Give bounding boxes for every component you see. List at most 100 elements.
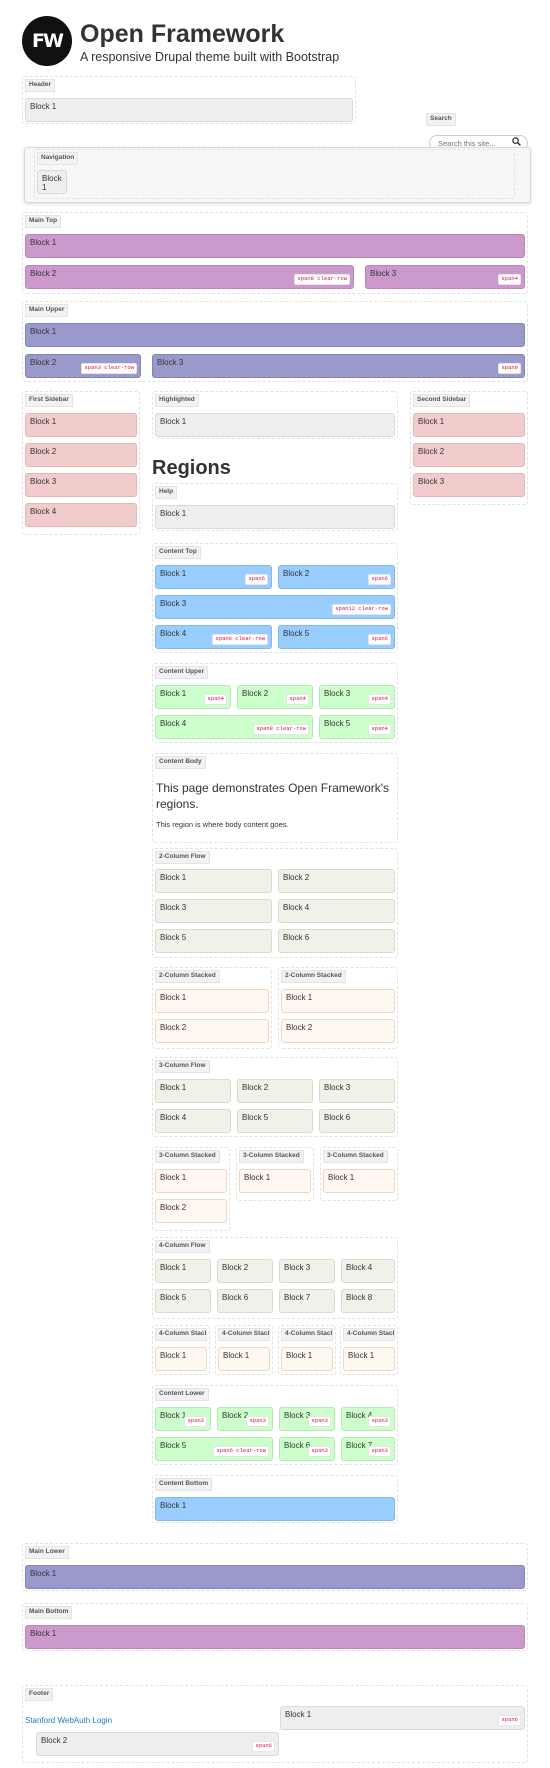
- region-label: Highlighted: [155, 394, 199, 407]
- block: Block 5: [155, 929, 272, 953]
- block: Block 5 span6: [278, 625, 395, 649]
- span-tag: span3: [368, 1416, 391, 1427]
- span-tag: span3: [368, 1446, 391, 1457]
- region-label: Content Lower: [155, 1388, 209, 1401]
- content-heading: This page demonstrates Open Framework's …: [156, 781, 390, 811]
- span-tag: span4: [286, 694, 309, 705]
- block: Block 3 span3: [279, 1407, 335, 1431]
- region-label: 4-Column Flow: [155, 1240, 210, 1253]
- region-label: Search: [426, 113, 456, 126]
- region-label: 2-Column Stacked: [155, 970, 220, 983]
- block: Block 6: [278, 929, 395, 953]
- region-label: Help: [155, 486, 178, 499]
- region-label: 3-Column Stacked: [239, 1150, 304, 1163]
- block: Block 7: [279, 1289, 335, 1313]
- region-label: 4-Column Stacked: [155, 1328, 207, 1341]
- span-tag: span3: [308, 1446, 331, 1457]
- block: Block 1 span6: [155, 565, 272, 589]
- block: Block 2 span3: [217, 1407, 273, 1431]
- block: Block 3: [319, 1079, 395, 1103]
- block: Block 2: [413, 443, 525, 467]
- block: Block 6: [217, 1289, 273, 1313]
- block: Block 3: [25, 473, 137, 497]
- block: Block 1: [155, 1079, 231, 1103]
- block: Block 2: [217, 1259, 273, 1283]
- block: Block 2 span8 clear-row: [25, 265, 354, 289]
- region-label: 4-Column Stacked: [218, 1328, 270, 1341]
- block: Block 1: [413, 413, 525, 437]
- span-tag: span6 clear-row: [212, 634, 268, 645]
- span-tag: span6: [368, 574, 391, 585]
- block: Block 1: [239, 1169, 311, 1193]
- site-logo[interactable]: FW: [22, 16, 72, 66]
- block: Block 2: [25, 443, 137, 467]
- block: Block 3: [279, 1259, 335, 1283]
- block: Block 4: [25, 503, 137, 527]
- block: Block 3: [413, 473, 525, 497]
- region-label: 4-Column Stacked: [343, 1328, 395, 1341]
- block: Block 1: [218, 1347, 270, 1371]
- block: Block 1: [25, 323, 525, 347]
- block: Block 1 span3: [155, 1407, 211, 1431]
- region-label: Footer: [25, 1688, 54, 1701]
- block: Block 1: [37, 170, 67, 194]
- block: Block 1: [155, 505, 395, 529]
- block: Block 2: [155, 1019, 269, 1043]
- block: Block 1: [25, 98, 353, 122]
- span-tag: span6: [245, 574, 268, 585]
- region-label: 4-Column Stacked: [281, 1328, 333, 1341]
- site-name[interactable]: Open Framework: [80, 20, 284, 49]
- span-tag: span4: [204, 694, 227, 705]
- webauth-login-link[interactable]: Stanford WebAuth Login: [25, 1716, 112, 1725]
- site-slogan: A responsive Drupal theme built with Boo…: [80, 50, 340, 64]
- span-tag: span3 clear-row: [81, 363, 137, 374]
- block: Block 4 span6 clear-row: [155, 625, 272, 649]
- block: Block 4: [341, 1259, 395, 1283]
- block: Block 1: [281, 989, 395, 1013]
- span-tag: span6 clear-row: [213, 1446, 269, 1457]
- block: Block 6: [319, 1109, 395, 1133]
- region-label: 3-Column Flow: [155, 1060, 210, 1073]
- block: Block 5 span6 clear-row: [155, 1437, 273, 1461]
- block: Block 3 span12 clear-row: [155, 595, 395, 619]
- block: Block 1: [155, 413, 395, 437]
- region-label: Main Upper: [25, 304, 69, 317]
- block: Block 3 span4: [319, 685, 395, 709]
- block: Block 2 span6: [278, 565, 395, 589]
- span-tag: span4: [368, 694, 391, 705]
- region-label: Content Top: [155, 546, 201, 559]
- block: Block 3: [155, 899, 272, 923]
- span-tag: span3: [246, 1416, 269, 1427]
- block: Block 1: [155, 989, 269, 1013]
- block: Block 4: [278, 899, 395, 923]
- region-label: Main Lower: [25, 1546, 69, 1559]
- region-label: Content Bottom: [155, 1478, 213, 1491]
- block: Block 5: [237, 1109, 313, 1133]
- span-tag: span6: [252, 1741, 275, 1752]
- span-tag: span6: [498, 1715, 521, 1726]
- page-title: Regions: [152, 457, 231, 479]
- block: Block 1: [25, 234, 525, 258]
- region-label: Content Body: [155, 756, 206, 769]
- span-tag: span12 clear-row: [332, 604, 391, 615]
- block: Block 1: [25, 413, 137, 437]
- span-tag: span3: [308, 1416, 331, 1427]
- region-label: Main Bottom: [25, 1606, 73, 1619]
- span-tag: span4: [368, 724, 391, 735]
- block: Block 2: [155, 1199, 227, 1223]
- block: Block 2 span6: [36, 1732, 279, 1756]
- block: Block 1: [155, 1259, 211, 1283]
- search-icon[interactable]: [512, 137, 521, 146]
- block: Block 6 span3: [279, 1437, 335, 1461]
- block: Block 1: [155, 1169, 227, 1193]
- block: Block 4 span3: [341, 1407, 395, 1431]
- region-label: Second Sidebar: [413, 394, 471, 407]
- block: Block 1: [323, 1169, 395, 1193]
- block: Block 1 span4: [155, 685, 231, 709]
- block: Block 2 span3 clear-row: [25, 354, 141, 378]
- span-tag: span3: [184, 1416, 207, 1427]
- content-text: This region is where body content goes.: [156, 820, 289, 829]
- region-label: First Sidebar: [25, 394, 73, 407]
- block: Block 1: [25, 1625, 525, 1649]
- block: Block 1: [155, 1347, 207, 1371]
